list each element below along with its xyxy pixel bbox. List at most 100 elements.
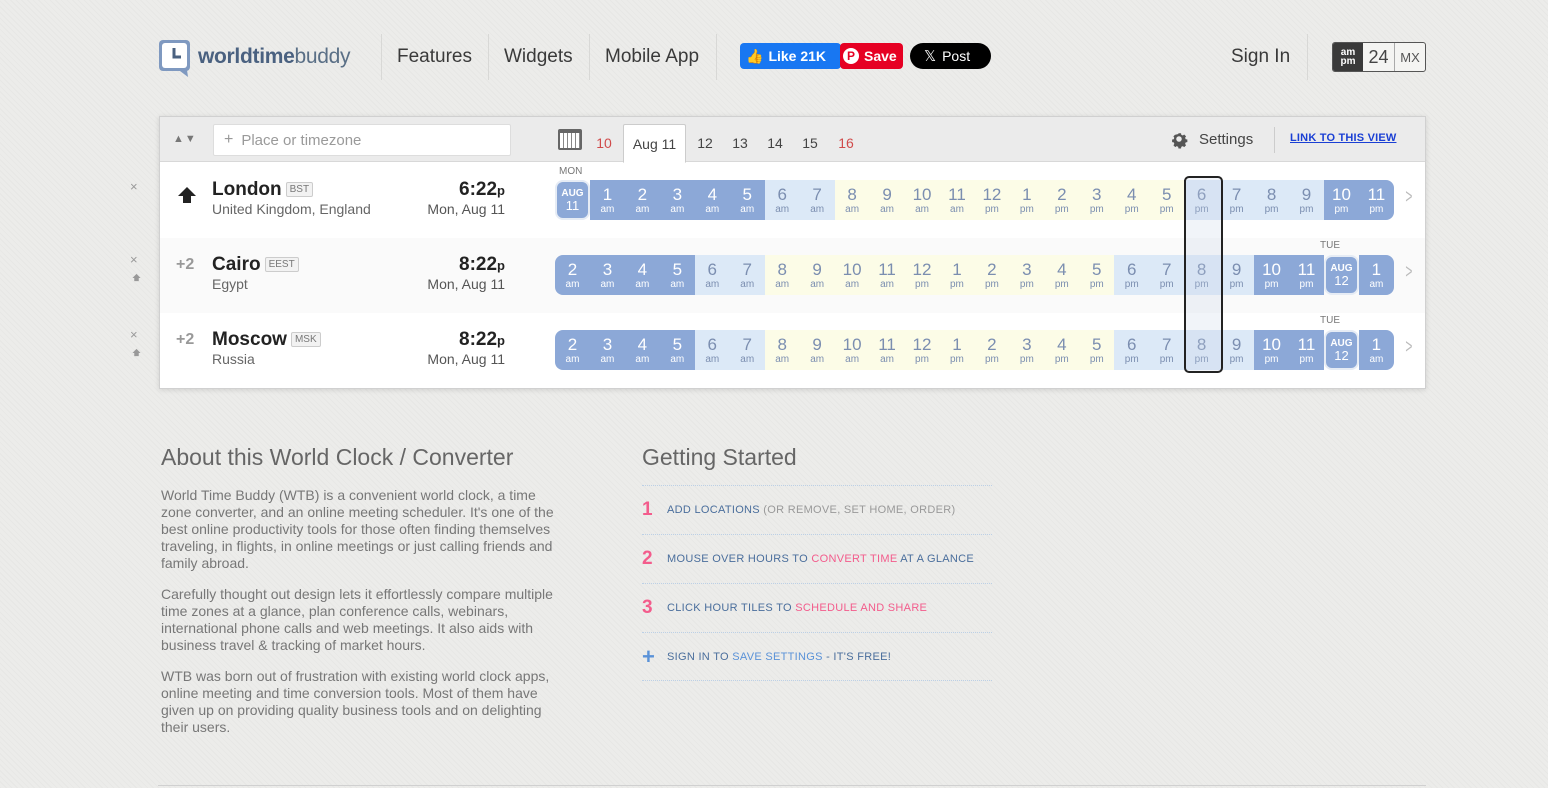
hour-tile[interactable]: 10 am (834, 255, 870, 295)
hour-tile[interactable]: 7 am (729, 255, 765, 295)
format-24h-button[interactable]: 24 (1363, 43, 1395, 71)
hour-tile[interactable]: 3 pm (1079, 180, 1115, 220)
remove-icon[interactable]: × (130, 253, 138, 266)
hour-tile[interactable]: 6 am (764, 180, 800, 220)
hour-tile[interactable]: 10 pm (1254, 255, 1290, 295)
hour-tile[interactable]: 4 pm (1044, 255, 1080, 295)
step-item[interactable]: 2 MOUSE OVER HOURS TO CONVERT TIME AT A G… (642, 534, 992, 583)
hour-tile[interactable]: 4 pm (1044, 330, 1080, 370)
hour-tile[interactable]: 7 pm (1219, 180, 1255, 220)
sign-in-link[interactable]: Sign In (1231, 46, 1290, 68)
hour-tile[interactable]: 1 am (1358, 255, 1394, 295)
hour-tile[interactable]: 1 am (589, 180, 625, 220)
hour-tile[interactable]: 8 pm (1254, 180, 1290, 220)
step-item[interactable]: + SIGN IN TO SAVE SETTINGS - IT'S FREE! (642, 632, 992, 681)
hour-tile[interactable]: 2 am (555, 330, 590, 370)
date-tile[interactable]: AUG 11 (555, 180, 590, 220)
format-mx-button[interactable]: MX (1395, 43, 1425, 71)
date-tab[interactable]: 16 (834, 124, 858, 162)
hour-tile[interactable]: 11 pm (1289, 255, 1324, 295)
hour-tile[interactable]: 1 pm (939, 255, 975, 295)
hour-tile[interactable]: 3 am (659, 180, 695, 220)
date-tile[interactable]: AUG 12 (1323, 330, 1359, 370)
nav-widgets[interactable]: Widgets (504, 46, 573, 68)
date-tab[interactable]: Aug 11 (623, 124, 686, 163)
hour-tile[interactable]: 7 am (729, 330, 765, 370)
hour-tile[interactable]: 5 am (659, 330, 695, 370)
settings-button[interactable]: Settings (1168, 128, 1253, 150)
hour-tile[interactable]: 9 pm (1219, 255, 1255, 295)
hour-tile[interactable]: 2 pm (974, 255, 1010, 295)
hour-tile[interactable]: 9 pm (1289, 180, 1324, 220)
date-tab[interactable]: 12 (694, 124, 716, 162)
hour-tile[interactable]: 12 pm (974, 180, 1010, 220)
logo[interactable]: worldtimebuddy (158, 36, 351, 78)
chevron-right-icon[interactable]: > (1405, 186, 1412, 209)
hour-tile[interactable]: 8 pm (1184, 255, 1220, 295)
hour-tile[interactable]: 3 pm (1009, 330, 1045, 370)
hour-tile[interactable]: 10 am (834, 330, 870, 370)
hour-tile[interactable]: 3 am (589, 255, 625, 295)
hour-tile[interactable]: 1 pm (939, 330, 975, 370)
hour-tile[interactable]: 3 pm (1009, 255, 1045, 295)
calendar-icon[interactable] (558, 129, 582, 150)
set-home-icon[interactable] (132, 344, 141, 357)
sort-arrows-icon[interactable]: ▲▼ (173, 133, 197, 145)
date-tab[interactable]: 14 (764, 124, 786, 162)
hour-tile[interactable]: 11 am (939, 180, 975, 220)
hour-tile[interactable]: 12 pm (904, 255, 940, 295)
hour-tile[interactable]: 2 am (624, 180, 660, 220)
hour-tile[interactable]: 6 am (694, 255, 730, 295)
hour-tile[interactable]: 10 pm (1254, 330, 1290, 370)
pinterest-save-button[interactable]: P Save (840, 43, 903, 69)
hour-tile[interactable]: 8 pm (1184, 330, 1220, 370)
step-item[interactable]: 1 ADD LOCATIONS (OR REMOVE, SET HOME, ORD… (642, 485, 992, 534)
date-tab[interactable]: 10 (592, 124, 616, 162)
format-ampm-button[interactable]: am pm (1333, 43, 1363, 71)
date-tab[interactable]: 15 (799, 124, 821, 162)
hour-tile[interactable]: 4 pm (1114, 180, 1150, 220)
hour-tile[interactable]: 8 am (834, 180, 870, 220)
hour-tile[interactable]: 9 am (869, 180, 905, 220)
hour-tile[interactable]: 11 pm (1358, 180, 1394, 220)
hour-tile[interactable]: 4 am (624, 330, 660, 370)
x-post-button[interactable]: 𝕏 Post (910, 43, 991, 69)
hour-tile[interactable]: 7 pm (1149, 330, 1185, 370)
hour-tile[interactable]: 8 am (764, 330, 800, 370)
chevron-right-icon[interactable]: > (1405, 261, 1412, 284)
hour-tile[interactable]: 2 pm (1044, 180, 1080, 220)
hour-tile[interactable]: 3 am (589, 330, 625, 370)
hour-tile[interactable]: 11 pm (1289, 330, 1324, 370)
hour-tile[interactable]: 6 pm (1114, 255, 1150, 295)
hour-tile[interactable]: 11 am (869, 330, 905, 370)
hour-tile[interactable]: 7 pm (1149, 255, 1185, 295)
hour-tile[interactable]: 9 am (799, 330, 835, 370)
hour-tile[interactable]: 10 am (904, 180, 940, 220)
nav-features[interactable]: Features (397, 46, 472, 68)
set-home-icon[interactable] (132, 269, 141, 282)
step-item[interactable]: 3 CLICK HOUR TILES TO SCHEDULE AND SHARE (642, 583, 992, 632)
hour-tile[interactable]: 5 pm (1079, 330, 1115, 370)
remove-icon[interactable]: × (130, 328, 138, 341)
hour-tile[interactable]: 2 am (555, 255, 590, 295)
nav-mobile-app[interactable]: Mobile App (605, 46, 699, 68)
hour-tile[interactable]: 8 am (764, 255, 800, 295)
hour-tile[interactable]: 4 am (624, 255, 660, 295)
date-tile[interactable]: AUG 12 (1323, 255, 1359, 295)
hour-tile[interactable]: 11 am (869, 255, 905, 295)
hour-tile[interactable]: 9 pm (1219, 330, 1255, 370)
hour-tile[interactable]: 12 pm (904, 330, 940, 370)
hour-tile[interactable]: 5 pm (1079, 255, 1115, 295)
hour-tile[interactable]: 1 pm (1009, 180, 1045, 220)
hour-tile[interactable]: 2 pm (974, 330, 1010, 370)
hour-tile[interactable]: 7 am (799, 180, 835, 220)
remove-icon[interactable]: × (130, 180, 138, 193)
hour-tile[interactable]: 4 am (694, 180, 730, 220)
facebook-like-button[interactable]: 👍 Like 21K (740, 43, 841, 69)
chevron-right-icon[interactable]: > (1405, 336, 1412, 359)
hour-tile[interactable]: 1 am (1358, 330, 1394, 370)
hour-tile[interactable]: 5 am (729, 180, 765, 220)
place-search-input[interactable] (241, 131, 492, 149)
hour-tile[interactable]: 6 am (694, 330, 730, 370)
link-to-this-view[interactable]: LINK TO THIS VIEW (1290, 132, 1396, 144)
